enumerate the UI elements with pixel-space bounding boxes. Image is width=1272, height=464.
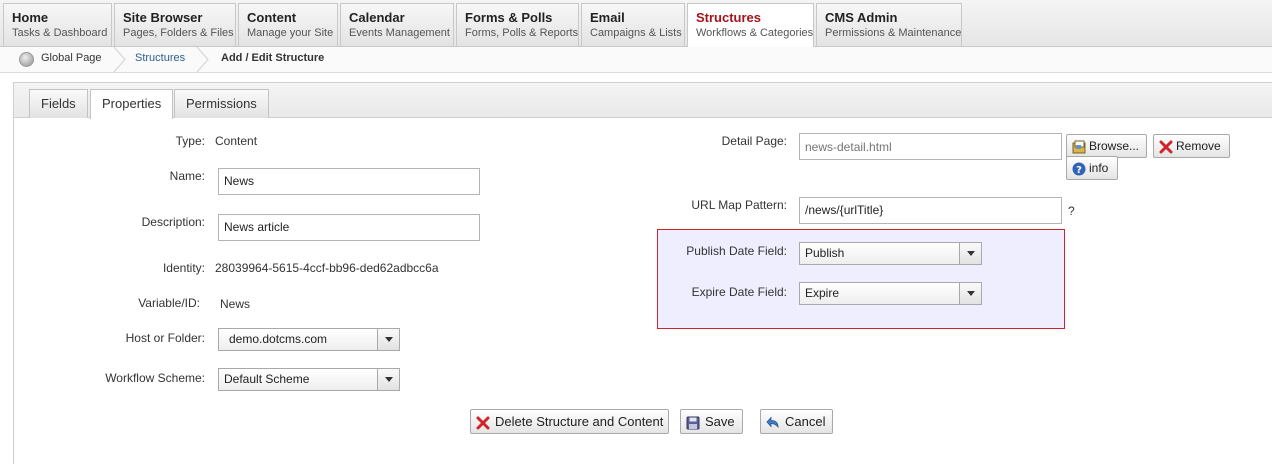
breadcrumb-current-label: Add / Edit Structure bbox=[221, 52, 325, 64]
nav-tab-title: Forms & Polls bbox=[465, 10, 553, 25]
nav-tab-subtitle: Events Management bbox=[349, 27, 450, 39]
name-input[interactable]: News bbox=[218, 168, 480, 195]
breadcrumb-structures-label: Structures bbox=[135, 52, 186, 64]
publish-date-value: Publish bbox=[805, 246, 845, 260]
browse-button-label: Browse... bbox=[1089, 139, 1140, 153]
nav-tab-subtitle: Tasks & Dashboard bbox=[12, 27, 108, 39]
publish-date-label: Publish Date Field: bbox=[686, 244, 787, 258]
chevron-down-icon[interactable] bbox=[959, 243, 981, 264]
nav-tab-title: Content bbox=[247, 10, 297, 25]
nav-tab-title: Email bbox=[590, 10, 625, 25]
remove-button[interactable]: Remove bbox=[1153, 134, 1230, 158]
identity-value: 28039964-5615-4ccf-bb96-ded62adbcc6a bbox=[215, 261, 439, 275]
info-button-label: info bbox=[1089, 161, 1109, 175]
expire-date-value: Expire bbox=[805, 286, 840, 300]
type-value: Content bbox=[215, 134, 258, 148]
expire-date-select[interactable]: Expire bbox=[799, 282, 982, 305]
workflow-select-value: Default Scheme bbox=[224, 372, 310, 386]
chevron-right-icon bbox=[196, 47, 210, 72]
nav-tab-subtitle: Forms, Polls & Reports bbox=[465, 27, 579, 39]
expire-date-label: Expire Date Field: bbox=[691, 285, 787, 299]
url-map-input[interactable]: /news/{urlTitle} bbox=[799, 197, 1062, 224]
nav-tab-calendar[interactable]: Calendar Events Management bbox=[340, 3, 454, 46]
nav-tab-forms-polls[interactable]: Forms & Polls Forms, Polls & Reports bbox=[456, 3, 579, 46]
detail-page-label: Detail Page: bbox=[721, 134, 787, 148]
nav-tab-subtitle: Campaigns & Lists bbox=[590, 27, 682, 39]
breadcrumb-home-label: Global Page bbox=[41, 52, 102, 64]
name-label: Name: bbox=[169, 169, 205, 183]
type-label: Type: bbox=[175, 134, 205, 148]
breadcrumb-structures[interactable]: Structures bbox=[135, 47, 185, 72]
workflow-select[interactable]: Default Scheme bbox=[218, 368, 400, 391]
save-button[interactable]: Save bbox=[680, 409, 743, 434]
nav-tab-cms-admin[interactable]: CMS Admin Permissions & Maintenance bbox=[816, 3, 962, 46]
nav-tab-title: Calendar bbox=[349, 10, 405, 25]
tab-properties[interactable]: Properties bbox=[90, 89, 174, 119]
identity-label: Identity: bbox=[162, 261, 205, 275]
breadcrumb-home[interactable]: Global Page bbox=[17, 47, 102, 72]
workflow-label: Workflow Scheme: bbox=[105, 371, 205, 385]
host-select-value: demo.dotcms.com bbox=[229, 332, 328, 346]
help-icon: ? bbox=[1072, 161, 1086, 176]
nav-tab-site-browser[interactable]: Site Browser Pages, Folders & Files bbox=[114, 3, 236, 46]
host-select[interactable]: demo.dotcms.com bbox=[218, 328, 400, 351]
delete-structure-button[interactable]: Delete Structure and Content bbox=[470, 409, 669, 434]
description-label: Description: bbox=[141, 215, 205, 229]
nav-tab-subtitle: Pages, Folders & Files bbox=[123, 27, 234, 39]
close-icon bbox=[1159, 139, 1173, 154]
detail-page-input[interactable] bbox=[799, 133, 1062, 160]
nav-tab-title: Home bbox=[12, 10, 49, 25]
save-icon bbox=[686, 414, 700, 430]
url-map-help-icon[interactable]: ? bbox=[1068, 204, 1075, 218]
publish-date-select[interactable]: Publish bbox=[799, 242, 982, 265]
cancel-button[interactable]: Cancel bbox=[760, 409, 833, 434]
main-nav: Home Tasks & Dashboard Site Browser Page… bbox=[0, 0, 1272, 47]
nav-tab-subtitle: Manage your Site bbox=[247, 27, 334, 39]
url-map-label: URL Map Pattern: bbox=[691, 198, 787, 212]
info-button[interactable]: ? info bbox=[1066, 156, 1118, 180]
breadcrumb: Global Page Structures Add / Edit Struct… bbox=[0, 47, 1272, 73]
variable-value: News bbox=[220, 297, 251, 311]
host-label: Host or Folder: bbox=[125, 331, 205, 345]
globe-icon bbox=[19, 52, 34, 67]
description-input[interactable]: News article bbox=[218, 214, 480, 241]
chevron-down-icon[interactable] bbox=[959, 283, 981, 304]
chevron-right-icon bbox=[113, 47, 127, 72]
folder-icon bbox=[1072, 139, 1086, 154]
tab-permissions[interactable]: Permissions bbox=[174, 89, 269, 118]
nav-tab-home[interactable]: Home Tasks & Dashboard bbox=[3, 3, 112, 46]
sub-tab-bar: Fields Properties Permissions bbox=[14, 83, 1272, 119]
nav-tab-structures[interactable]: Structures Workflows & Categories bbox=[687, 3, 814, 47]
browse-button[interactable]: Browse... bbox=[1066, 134, 1147, 158]
svg-text:?: ? bbox=[1076, 165, 1082, 176]
nav-tab-content[interactable]: Content Manage your Site bbox=[238, 3, 338, 46]
nav-tab-email[interactable]: Email Campaigns & Lists bbox=[581, 3, 685, 46]
nav-tab-title: Structures bbox=[696, 10, 762, 25]
cancel-button-label: Cancel bbox=[785, 414, 826, 429]
delete-structure-label: Delete Structure and Content bbox=[495, 414, 664, 429]
chevron-down-icon[interactable] bbox=[377, 329, 399, 350]
remove-button-label: Remove bbox=[1176, 139, 1221, 153]
close-icon bbox=[476, 414, 490, 430]
nav-tab-title: CMS Admin bbox=[825, 10, 898, 25]
nav-tab-title: Site Browser bbox=[123, 10, 203, 25]
breadcrumb-current: Add / Edit Structure bbox=[221, 47, 324, 72]
nav-tab-subtitle: Workflows & Categories bbox=[696, 27, 814, 39]
save-button-label: Save bbox=[705, 414, 735, 429]
tab-fields[interactable]: Fields bbox=[29, 89, 88, 118]
nav-tab-subtitle: Permissions & Maintenance bbox=[825, 27, 962, 39]
chevron-down-icon[interactable] bbox=[377, 369, 399, 390]
undo-arrow-icon bbox=[766, 414, 780, 429]
variable-label: Variable/ID: bbox=[138, 296, 200, 310]
